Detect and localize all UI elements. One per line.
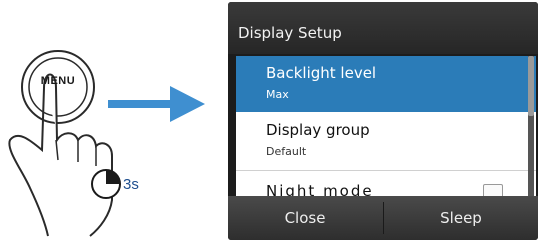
list-divider xyxy=(236,170,536,171)
list-item-value: Max xyxy=(266,88,289,101)
list-item-value: Default xyxy=(266,145,307,158)
settings-list: Backlight level Max Display group Defaul… xyxy=(236,56,536,196)
timer-icon-wedge xyxy=(106,170,120,184)
hand-pressing-key-illustration xyxy=(8,50,205,237)
list-item-display-group[interactable]: Display group Default xyxy=(236,113,536,169)
menu-key-label: MENU xyxy=(40,75,76,87)
night-mode-checkbox[interactable] xyxy=(483,184,503,196)
dialog-header: Display Setup xyxy=(228,2,538,54)
close-button[interactable]: Close xyxy=(228,196,382,240)
menu-press-illustration: MENU 3s xyxy=(0,0,220,242)
display-setup-dialog: Display Setup Backlight level Max Displa… xyxy=(228,2,538,240)
scrollbar-thumb[interactable] xyxy=(528,56,534,116)
list-item-night-mode-partial[interactable]: Night mode xyxy=(266,182,374,196)
list-item-label: Backlight level xyxy=(266,64,377,82)
sleep-button[interactable]: Sleep xyxy=(384,196,538,240)
list-item-backlight-level[interactable]: Backlight level Max xyxy=(236,56,536,112)
hold-duration-label: 3s xyxy=(123,176,139,193)
dialog-title: Display Setup xyxy=(238,24,342,42)
right-arrow-icon xyxy=(108,86,205,122)
dialog-button-bar: Close Sleep xyxy=(228,196,538,240)
menu-key-inner-ring xyxy=(28,57,88,117)
list-scrollbar[interactable] xyxy=(528,56,534,196)
list-item-label: Display group xyxy=(266,121,370,139)
